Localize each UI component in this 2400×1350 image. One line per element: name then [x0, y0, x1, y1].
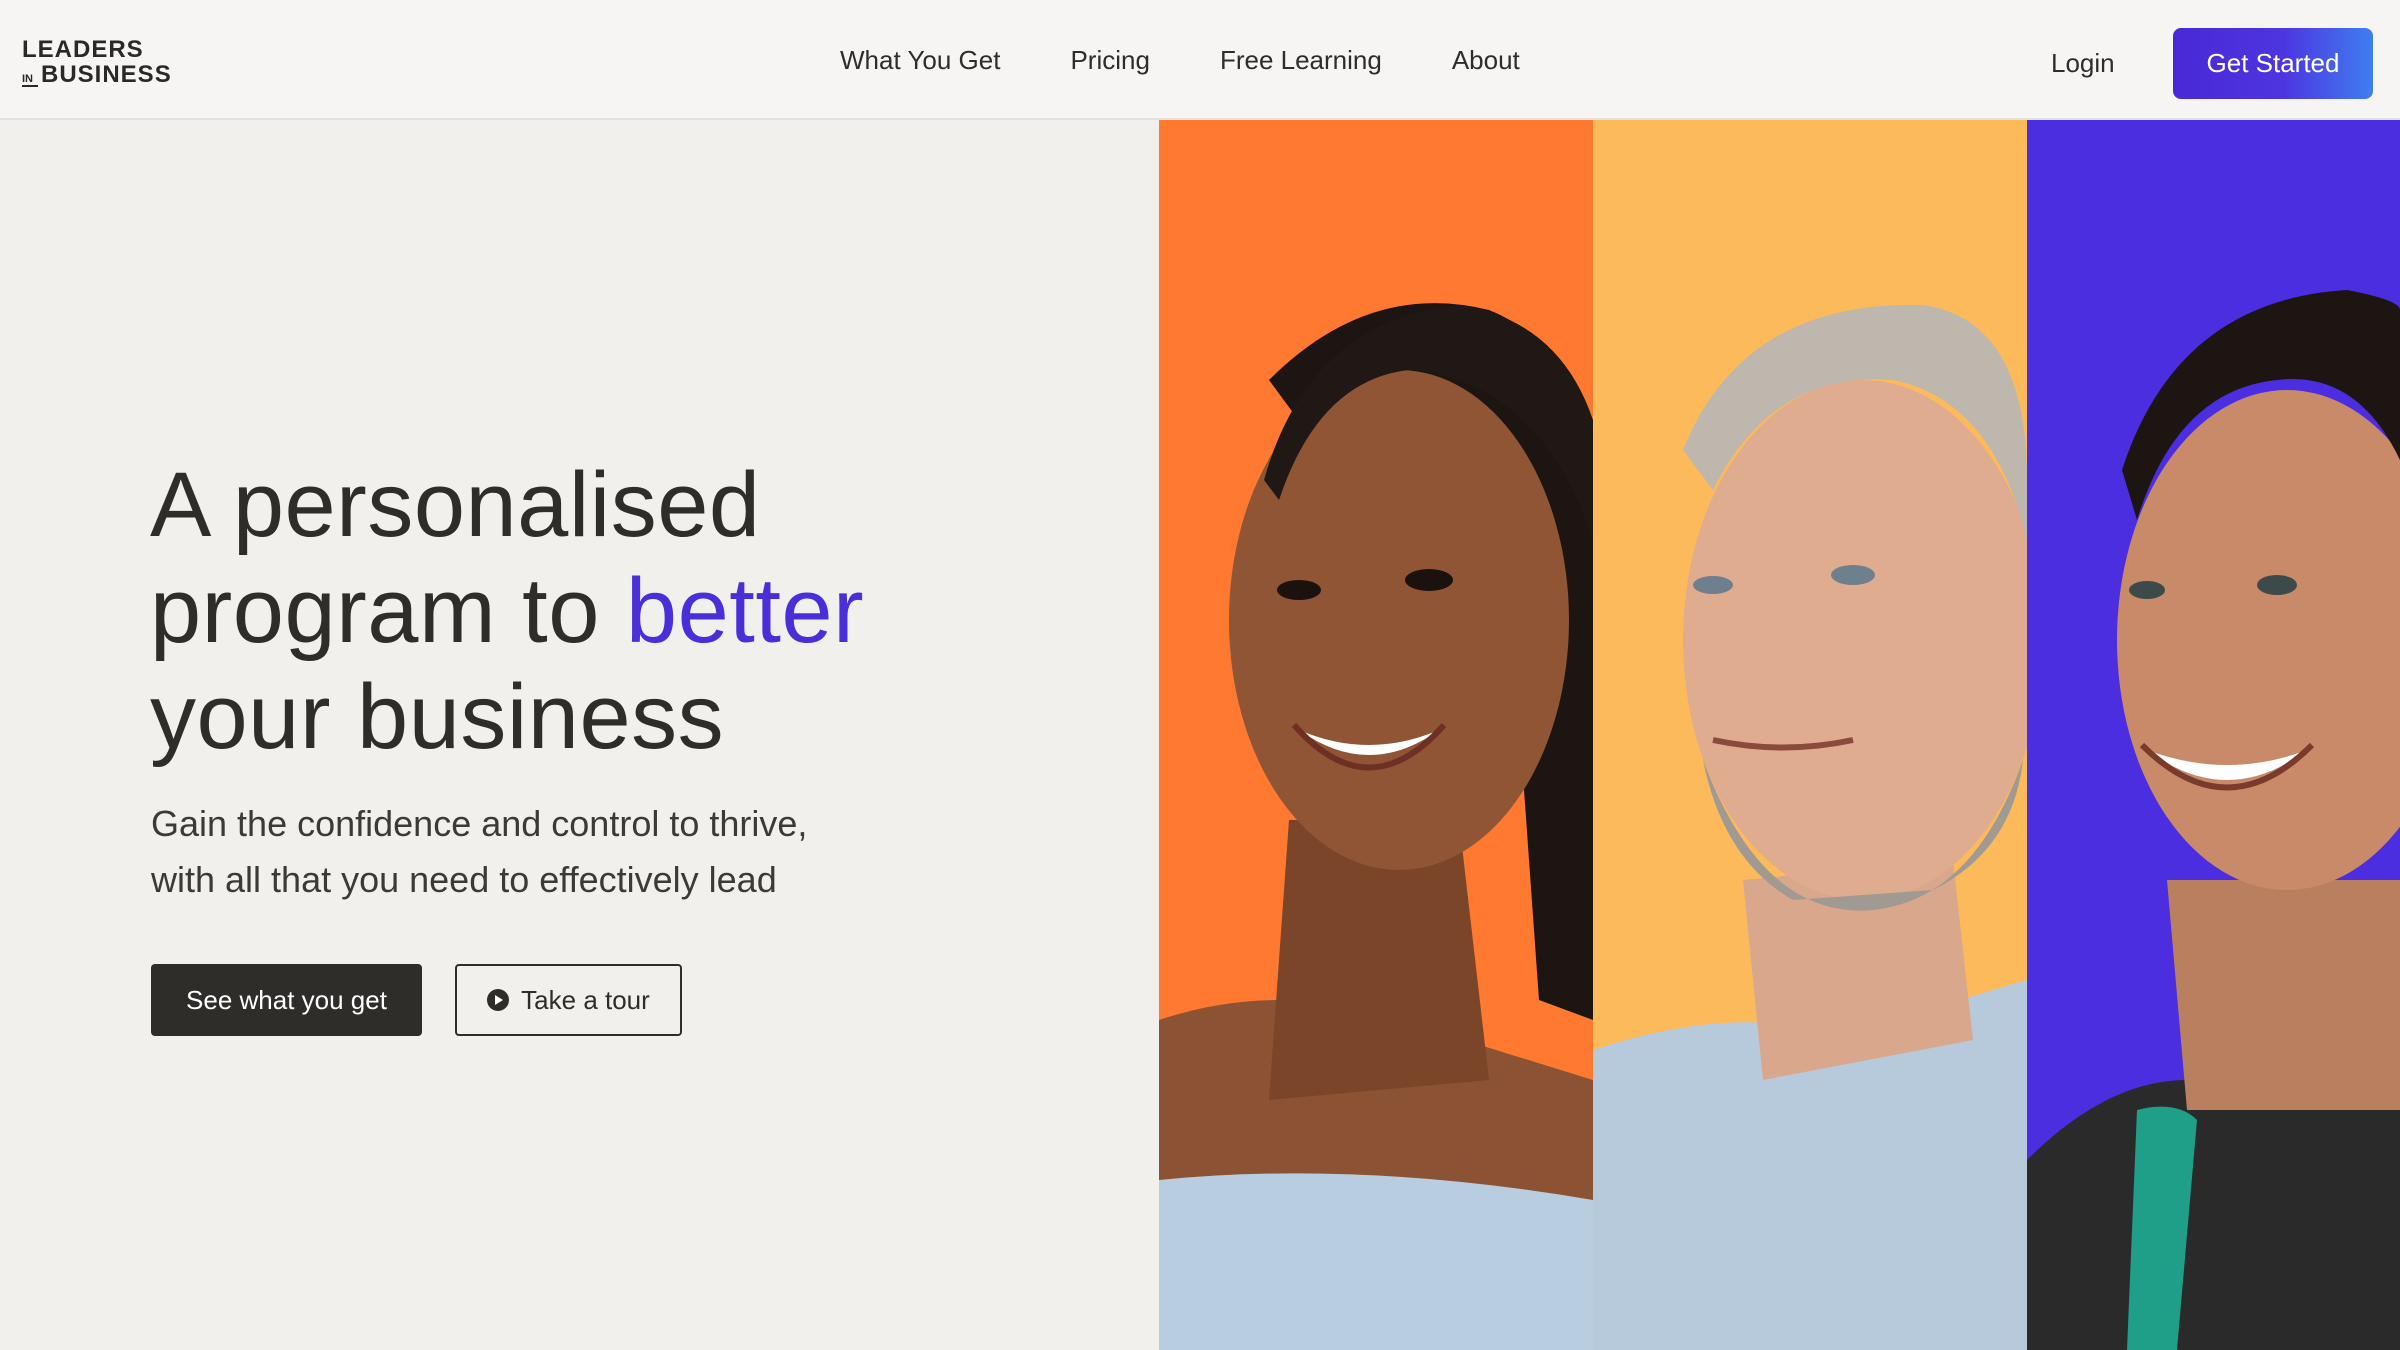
subheadline-line-2: with all that you need to effectively le… — [151, 859, 777, 900]
headline-line-2-text: program to — [150, 560, 626, 662]
see-what-you-get-button[interactable]: See what you get — [151, 964, 422, 1036]
headline-line-2: program to better — [150, 560, 864, 662]
nav-link-free-learning[interactable]: Free Learning — [1220, 45, 1382, 76]
take-a-tour-button[interactable]: Take a tour — [455, 964, 682, 1036]
site-header: LEADERS IN BUSINESS What You Get Pricing… — [0, 0, 2400, 120]
get-started-button[interactable]: Get Started — [2173, 28, 2373, 99]
headline-line-1: A personalised — [150, 454, 761, 556]
subheadline-line-1: Gain the confidence and control to thriv… — [151, 803, 808, 844]
headline-accent-word: better — [625, 560, 865, 662]
portrait-panel-man-yellow — [1593, 120, 2027, 1350]
portrait-woman-2-illustration — [2027, 290, 2400, 1350]
hero-headline: A personalised program to better your bu… — [150, 452, 864, 770]
portrait-panel-woman-orange — [1159, 120, 1593, 1350]
logo-text-in: IN — [22, 74, 38, 87]
portrait-man-illustration — [1593, 304, 2027, 1350]
logo-text-top: LEADERS — [22, 36, 144, 63]
login-link[interactable]: Login — [2051, 48, 2115, 79]
portrait-panel-woman-purple — [2027, 120, 2400, 1350]
logo-text-bottom-row: IN BUSINESS — [22, 63, 172, 87]
take-a-tour-label: Take a tour — [521, 984, 650, 1015]
nav-link-about[interactable]: About — [1452, 45, 1520, 76]
play-circle-icon — [487, 989, 510, 1011]
nav-link-what-you-get[interactable]: What You Get — [840, 45, 1000, 76]
nav-link-pricing[interactable]: Pricing — [1070, 45, 1149, 76]
brand-logo[interactable]: LEADERS IN BUSINESS — [22, 38, 172, 87]
logo-text-business: BUSINESS — [41, 61, 172, 88]
main-nav: What You Get Pricing Free Learning About — [840, 0, 1520, 120]
portrait-woman-illustration — [1159, 303, 1593, 1350]
hero-subheadline: Gain the confidence and control to thriv… — [151, 796, 971, 908]
headline-line-3: your business — [150, 666, 725, 768]
